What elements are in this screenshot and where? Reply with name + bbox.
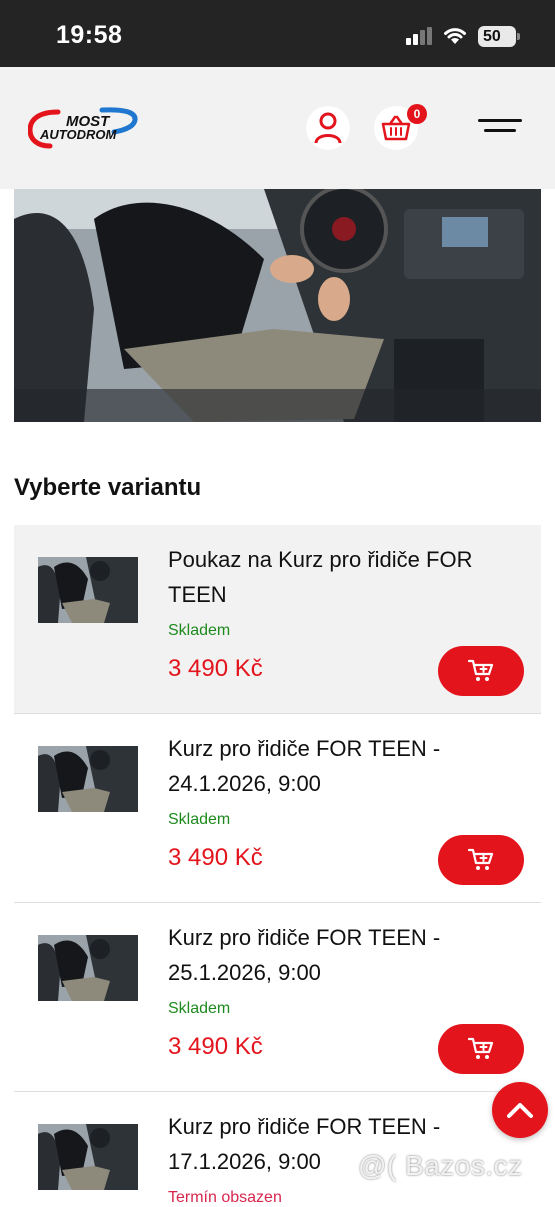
logo-line2: AUTODROM (39, 127, 117, 142)
variant-thumbnail (38, 557, 138, 623)
account-button[interactable] (306, 106, 350, 150)
status-bar: 19:58 50 (0, 0, 555, 67)
basket-icon (381, 115, 411, 141)
variant-stock-status: Skladem (168, 811, 231, 828)
variant-thumbnail (38, 1124, 138, 1190)
cart-icon (468, 1037, 494, 1059)
variant-title[interactable]: Kurz pro řidiče FOR TEEN - 25.1.2026, 9:… (168, 920, 518, 990)
signal-icon (406, 27, 434, 45)
cart-icon (468, 848, 494, 870)
variant-title[interactable]: Poukaz na Kurz pro řidiče FOR TEEN (168, 542, 518, 612)
variant-item[interactable]: Kurz pro řidiče FOR TEEN - 17.1.2026, 9:… (14, 1092, 541, 1206)
variant-title[interactable]: Kurz pro řidiče FOR TEEN - 24.1.2026, 9:… (168, 731, 518, 801)
variant-stock-status: Skladem (168, 622, 231, 639)
watermark: @( Bazos.cz (358, 1150, 523, 1181)
section-title: Vyberte variantu (14, 474, 202, 501)
variant-item[interactable]: Kurz pro řidiče FOR TEEN - 25.1.2026, 9:… (14, 903, 541, 1092)
variant-thumbnail (38, 746, 138, 812)
status-time: 19:58 (56, 21, 123, 49)
variant-item[interactable]: Poukaz na Kurz pro řidiče FOR TEEN Sklad… (14, 525, 541, 714)
variant-price: 3 490 Kč (168, 655, 263, 682)
add-to-cart-button[interactable] (438, 646, 524, 696)
cart-count-badge: 0 (407, 104, 427, 124)
variant-stock-status: Termín obsazen (168, 1189, 282, 1206)
logo[interactable]: MOST AUTODROM (28, 106, 140, 152)
chevron-up-icon (507, 1103, 533, 1118)
cart-icon (468, 659, 494, 681)
variant-item[interactable]: Kurz pro řidiče FOR TEEN - 24.1.2026, 9:… (14, 714, 541, 903)
add-to-cart-button[interactable] (438, 1024, 524, 1074)
variant-stock-status: Skladem (168, 1000, 231, 1017)
variant-thumbnail (38, 935, 138, 1001)
user-icon (314, 112, 342, 144)
scroll-to-top-button[interactable] (492, 1082, 548, 1138)
battery-icon: 50 (478, 26, 520, 47)
wifi-icon (444, 28, 466, 44)
battery-level: 50 (483, 28, 501, 45)
add-to-cart-button[interactable] (438, 835, 524, 885)
menu-icon[interactable] (478, 117, 522, 139)
product-hero-image (14, 189, 541, 422)
variant-price: 3 490 Kč (168, 844, 263, 871)
variant-price: 3 490 Kč (168, 1033, 263, 1060)
